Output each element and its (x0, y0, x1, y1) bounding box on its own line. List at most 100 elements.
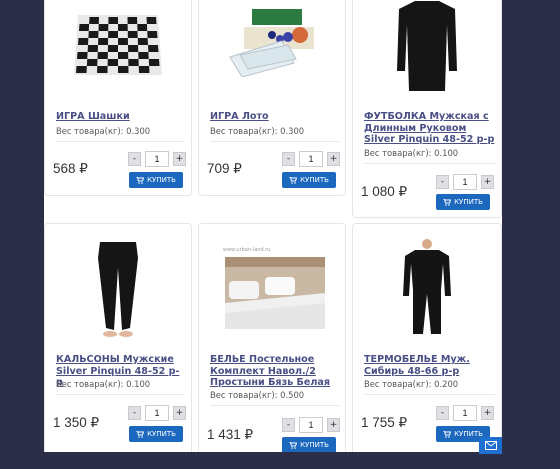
envelope-icon (484, 441, 497, 450)
qty-minus-button[interactable]: - (128, 406, 141, 420)
product-card: ИГРА Шашки Вес товара(кг): 0.300 568 ₽ -… (44, 0, 192, 196)
qty-plus-button[interactable]: + (481, 406, 494, 420)
product-weight: Вес товара(кг): 0.300 (56, 126, 185, 142)
product-title[interactable]: БЕЛЬЕ Постельное Комплект Навол./2 Прост… (210, 354, 339, 389)
quantity-stepper: - 1 + (282, 417, 340, 433)
checker-square (77, 52, 88, 59)
buy-label: КУПИТЬ (147, 176, 176, 184)
product-card: ФУТБОЛКА Мужская с Длинным Руковом Silve… (352, 0, 502, 218)
product-weight: Вес товара(кг): 0.500 (210, 390, 339, 406)
checker-square (86, 59, 98, 66)
checker-square (108, 31, 118, 38)
product-image-leggings[interactable] (45, 238, 191, 338)
checker-square (118, 66, 129, 73)
quantity-stepper: - 1 + (282, 151, 340, 167)
buy-button[interactable]: КУПИТЬ (282, 437, 336, 452)
checkers-board-icon (74, 15, 162, 75)
thermal-underwear-icon (403, 239, 451, 334)
qty-minus-button[interactable]: - (436, 406, 449, 420)
qty-plus-button[interactable]: + (327, 152, 340, 166)
buy-button[interactable]: КУПИТЬ (129, 172, 183, 188)
buy-button[interactable]: КУПИТЬ (282, 172, 336, 188)
bedding-icon: www.urban-land.ru (223, 247, 325, 329)
checker-square (137, 38, 148, 45)
mail-chat-button[interactable] (479, 437, 502, 454)
qty-input[interactable]: 1 (299, 151, 323, 167)
product-image-checkers[interactable] (45, 1, 191, 81)
qty-plus-button[interactable]: + (327, 418, 340, 432)
product-price: 1 350 ₽ (53, 415, 100, 430)
checker-square (127, 31, 138, 38)
product-card: КАЛЬСОНЫ Мужские Silver Pinquin 48-52 р-… (44, 223, 192, 452)
checker-square (97, 52, 108, 59)
qty-minus-button[interactable]: - (436, 175, 449, 189)
checker-square (118, 38, 128, 45)
checker-square (97, 66, 108, 73)
cart-icon (443, 198, 452, 206)
buy-label: КУПИТЬ (147, 430, 176, 438)
checker-square (118, 52, 129, 59)
buy-label: КУПИТЬ (454, 430, 483, 438)
product-card: ТЕРМОБЕЛЬЕ Муж. Сибирь 48-66 р-р Вес тов… (352, 223, 502, 452)
buy-label: КУПИТЬ (300, 176, 329, 184)
qty-plus-button[interactable]: + (481, 175, 494, 189)
checker-square (79, 24, 90, 31)
qty-minus-button[interactable]: - (282, 418, 295, 432)
product-card: ИГРА Лото Вес товара(кг): 0.300 709 ₽ - … (198, 0, 346, 196)
qty-input[interactable]: 1 (145, 405, 169, 421)
longsleeve-shirt-icon (397, 1, 457, 91)
product-title[interactable]: ТЕРМОБЕЛЬЕ Муж. Сибирь 48-66 р-р (364, 354, 495, 377)
checker-square (98, 38, 109, 45)
checker-square (118, 24, 128, 31)
checker-square (137, 24, 148, 31)
product-image-longsleeve[interactable] (353, 1, 501, 91)
qty-input[interactable]: 1 (299, 417, 323, 433)
quantity-stepper: - 1 + (436, 405, 494, 421)
product-title[interactable]: ИГРА Шашки (56, 111, 185, 123)
buy-button[interactable]: КУПИТЬ (436, 194, 490, 210)
quantity-stepper: - 1 + (128, 405, 186, 421)
product-image-lotto[interactable] (199, 1, 345, 81)
checker-square (148, 59, 160, 66)
product-image-bedding[interactable]: www.urban-land.ru (199, 238, 345, 338)
qty-plus-button[interactable]: + (173, 406, 186, 420)
cart-icon (136, 430, 145, 438)
checker-square (107, 45, 118, 52)
product-weight: Вес товара(кг): 0.300 (210, 126, 339, 142)
checker-square (127, 17, 138, 24)
checker-square (138, 52, 149, 59)
product-grid: ИГРА Шашки Вес товара(кг): 0.300 568 ₽ -… (44, 0, 502, 452)
leggings-icon (98, 242, 138, 337)
buy-label: КУПИТЬ (300, 441, 329, 449)
qty-minus-button[interactable]: - (282, 152, 295, 166)
cart-icon (289, 176, 298, 184)
qty-input[interactable]: 1 (145, 151, 169, 167)
product-weight: Вес товара(кг): 0.100 (56, 379, 185, 395)
product-image-thermal[interactable] (353, 238, 501, 338)
product-weight: Вес товара(кг): 0.200 (364, 379, 495, 395)
lotto-game-icon (229, 9, 314, 77)
quantity-stepper: - 1 + (436, 174, 494, 190)
qty-plus-button[interactable]: + (173, 152, 186, 166)
checker-square (128, 59, 139, 66)
product-price: 1 431 ₽ (207, 427, 254, 442)
checker-square (138, 66, 150, 73)
product-title[interactable]: ИГРА Лото (210, 111, 339, 123)
product-weight: Вес товара(кг): 0.100 (364, 148, 495, 164)
product-title[interactable]: ФУТБОЛКА Мужская с Длинным Руковом Silve… (364, 111, 495, 146)
checker-square (76, 66, 87, 73)
product-price: 1 755 ₽ (361, 415, 408, 430)
qty-minus-button[interactable]: - (128, 152, 141, 166)
checker-square (147, 31, 158, 38)
cart-icon (443, 430, 452, 438)
qty-input[interactable]: 1 (453, 174, 477, 190)
buy-button[interactable]: КУПИТЬ (129, 426, 183, 442)
checker-square (107, 59, 118, 66)
checker-square (148, 45, 159, 52)
buy-label: КУПИТЬ (454, 198, 483, 206)
product-price: 568 ₽ (53, 161, 88, 176)
checker-square (108, 17, 118, 24)
qty-input[interactable]: 1 (453, 405, 477, 421)
checker-square (78, 38, 89, 45)
cart-icon (289, 441, 298, 449)
